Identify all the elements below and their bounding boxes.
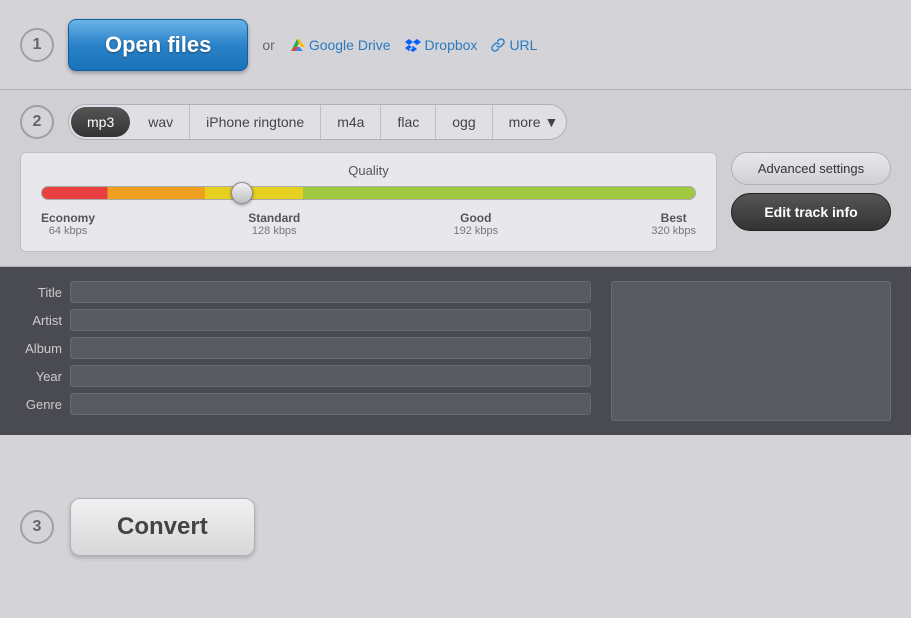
step-2-circle: 2 bbox=[20, 105, 54, 139]
quality-label: Quality bbox=[41, 163, 696, 178]
format-header: 2 mp3 wav iPhone ringtone m4a flac ogg m… bbox=[20, 104, 891, 140]
main-container: 1 Open files or Google Drive Dropbox bbox=[0, 0, 911, 618]
tab-more[interactable]: more ▼ bbox=[493, 105, 567, 139]
marker-best-label: Best bbox=[651, 211, 696, 225]
tab-mp3[interactable]: mp3 bbox=[71, 107, 130, 137]
open-files-button[interactable]: Open files bbox=[68, 19, 248, 71]
right-buttons: Advanced settings Edit track info bbox=[731, 152, 891, 231]
marker-good-kbps: 192 kbps bbox=[453, 225, 498, 237]
convert-button[interactable]: Convert bbox=[70, 498, 255, 556]
quality-markers: Economy 64 kbps Standard 128 kbps Good 1… bbox=[41, 211, 696, 237]
marker-standard: Standard 128 kbps bbox=[248, 211, 300, 237]
section-open-files: 1 Open files or Google Drive Dropbox bbox=[0, 0, 911, 90]
artist-label: Artist bbox=[20, 313, 62, 328]
album-input[interactable] bbox=[70, 337, 591, 359]
genre-label: Genre bbox=[20, 397, 62, 412]
slider-container bbox=[41, 186, 696, 205]
year-input[interactable] bbox=[70, 365, 591, 387]
field-row-artist: Artist bbox=[20, 309, 591, 331]
title-input[interactable] bbox=[70, 281, 591, 303]
field-row-title: Title bbox=[20, 281, 591, 303]
genre-input[interactable] bbox=[70, 393, 591, 415]
url-link[interactable]: URL bbox=[491, 37, 537, 53]
google-drive-icon bbox=[289, 37, 305, 53]
edit-track-button[interactable]: Edit track info bbox=[731, 193, 891, 231]
tab-iphone-ringtone[interactable]: iPhone ringtone bbox=[190, 105, 321, 139]
marker-best-kbps: 320 kbps bbox=[651, 225, 696, 237]
field-row-album: Album bbox=[20, 337, 591, 359]
step-1-circle: 1 bbox=[20, 28, 54, 62]
section-track-info: Title Artist Album Year Genre bbox=[0, 267, 911, 435]
format-tabs: mp3 wav iPhone ringtone m4a flac ogg mor… bbox=[68, 104, 567, 140]
section-format-quality: 2 mp3 wav iPhone ringtone m4a flac ogg m… bbox=[0, 90, 911, 267]
step-3-circle: 3 bbox=[20, 510, 54, 544]
artist-input[interactable] bbox=[70, 309, 591, 331]
or-text: or bbox=[262, 37, 274, 53]
marker-standard-kbps: 128 kbps bbox=[248, 225, 300, 237]
more-label: more bbox=[509, 114, 541, 130]
tab-flac[interactable]: flac bbox=[381, 105, 436, 139]
link-icon bbox=[491, 38, 505, 52]
google-drive-link[interactable]: Google Drive bbox=[289, 37, 391, 53]
google-drive-label: Google Drive bbox=[309, 37, 391, 53]
marker-economy-label: Economy bbox=[41, 211, 95, 225]
marker-economy-kbps: 64 kbps bbox=[41, 225, 95, 237]
title-label: Title bbox=[20, 285, 62, 300]
dropbox-label: Dropbox bbox=[425, 37, 478, 53]
marker-economy: Economy 64 kbps bbox=[41, 211, 95, 237]
tab-m4a[interactable]: m4a bbox=[321, 105, 381, 139]
marker-good-label: Good bbox=[453, 211, 498, 225]
album-label: Album bbox=[20, 341, 62, 356]
dropbox-link[interactable]: Dropbox bbox=[405, 37, 478, 53]
marker-standard-label: Standard bbox=[248, 211, 300, 225]
quality-panel: Quality Economy 64 kbps Standard 128 kbp… bbox=[20, 152, 717, 252]
quality-body: Quality Economy 64 kbps Standard 128 kbp… bbox=[20, 152, 891, 252]
year-label: Year bbox=[20, 369, 62, 384]
advanced-settings-button[interactable]: Advanced settings bbox=[731, 152, 891, 185]
tab-wav[interactable]: wav bbox=[132, 105, 190, 139]
tab-ogg[interactable]: ogg bbox=[436, 105, 492, 139]
track-artwork[interactable] bbox=[611, 281, 891, 421]
quality-slider[interactable] bbox=[41, 186, 696, 200]
section-convert: 3 Convert bbox=[0, 435, 911, 618]
marker-good: Good 192 kbps bbox=[453, 211, 498, 237]
chevron-down-icon: ▼ bbox=[545, 114, 559, 130]
field-row-year: Year bbox=[20, 365, 591, 387]
cloud-links: Google Drive Dropbox URL bbox=[289, 37, 538, 53]
marker-best: Best 320 kbps bbox=[651, 211, 696, 237]
field-row-genre: Genre bbox=[20, 393, 591, 415]
dropbox-icon bbox=[405, 37, 421, 53]
track-fields: Title Artist Album Year Genre bbox=[20, 281, 591, 421]
url-label: URL bbox=[509, 37, 537, 53]
